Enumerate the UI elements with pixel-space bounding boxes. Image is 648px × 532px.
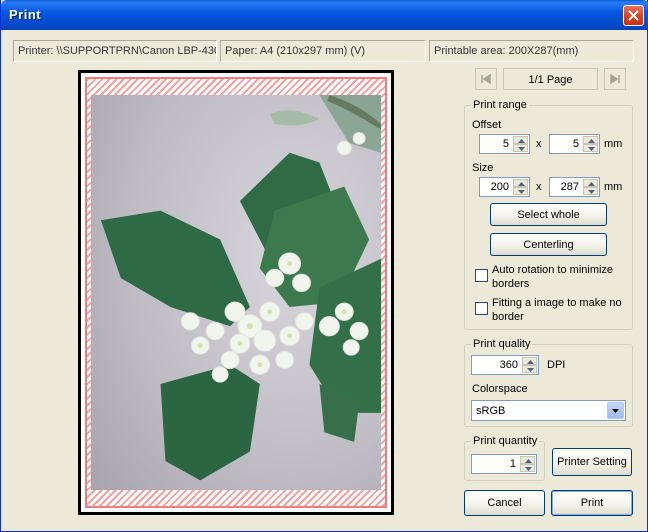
size-width-up[interactable] xyxy=(513,179,528,187)
page-margin-area xyxy=(85,77,387,508)
centering-button[interactable]: Centerling xyxy=(490,233,607,256)
print-dialog: Print Printer: \\SUPPORTPRN\Canon LBP-43… xyxy=(0,0,648,532)
offset-x-value: 5 xyxy=(502,138,509,150)
auto-rotation-label: Auto rotation to minimize borders xyxy=(492,264,614,290)
printable-area xyxy=(91,95,381,490)
size-width-stepper[interactable]: 200 xyxy=(479,177,530,197)
first-page-button[interactable] xyxy=(475,68,497,90)
page-indicator: 1/1 Page xyxy=(503,68,598,90)
offset-y-down[interactable] xyxy=(583,144,598,152)
spin-up-icon xyxy=(518,182,525,186)
spin-up-icon xyxy=(518,139,525,143)
printable-area-info: Printable area: 200X287(mm) xyxy=(429,40,634,62)
size-height-stepper[interactable]: 287 xyxy=(549,177,600,197)
spin-down-icon xyxy=(527,368,534,372)
dpi-stepper[interactable]: 360 xyxy=(471,355,539,375)
size-height-up[interactable] xyxy=(583,179,598,187)
dropdown-arrow-icon xyxy=(612,409,619,413)
fitting-label: Fitting a image to make no border xyxy=(492,297,622,323)
dpi-unit: DPI xyxy=(547,359,566,371)
quantity-value: 1 xyxy=(509,458,516,470)
print-quantity-legend: Print quantity xyxy=(471,435,540,447)
close-icon xyxy=(628,10,639,21)
window-title: Print xyxy=(9,7,42,22)
printer-info: Printer: \\SUPPORTPRN\Canon LBP-430 LIPS xyxy=(13,40,217,62)
print-preview xyxy=(78,70,394,515)
spin-down-icon xyxy=(518,190,525,194)
spin-down-icon xyxy=(518,147,525,151)
dpi-down[interactable] xyxy=(522,365,537,373)
spin-up-icon xyxy=(588,182,595,186)
spin-down-icon xyxy=(588,147,595,151)
offset-unit: mm xyxy=(604,138,623,150)
print-quality-legend: Print quality xyxy=(471,338,533,350)
select-whole-label: Select whole xyxy=(517,209,580,221)
last-page-button[interactable] xyxy=(604,68,626,90)
size-label: Size xyxy=(472,162,494,174)
printer-setting-label: Printer Setting xyxy=(557,456,627,468)
offset-y-stepper[interactable]: 5 xyxy=(549,134,600,154)
quantity-down[interactable] xyxy=(520,464,535,472)
cancel-button[interactable]: Cancel xyxy=(464,490,545,516)
quantity-up[interactable] xyxy=(520,456,535,464)
select-whole-button[interactable]: Select whole xyxy=(490,203,607,226)
print-button[interactable]: Print xyxy=(551,490,633,516)
fitting-checkbox[interactable] xyxy=(475,302,488,315)
offset-label: Offset xyxy=(472,119,502,131)
size-height-down[interactable] xyxy=(583,187,598,195)
colorspace-value: sRGB xyxy=(476,405,506,417)
printer-setting-button[interactable]: Printer Setting xyxy=(552,448,632,476)
last-page-icon xyxy=(610,73,620,85)
colorspace-label: Colorspace xyxy=(472,383,528,395)
offset-x-separator: x xyxy=(536,138,542,150)
colorspace-dropdown-button[interactable] xyxy=(607,402,624,419)
offset-y-value: 5 xyxy=(572,138,579,150)
centering-label: Centerling xyxy=(523,239,574,251)
offset-y-up[interactable] xyxy=(583,136,598,144)
cancel-label: Cancel xyxy=(487,497,522,509)
paper-info: Paper: A4 (210x297 mm) (V) xyxy=(220,40,426,62)
spin-up-icon xyxy=(525,459,532,463)
spin-down-icon xyxy=(588,190,595,194)
spin-up-icon xyxy=(588,139,595,143)
print-label: Print xyxy=(580,497,604,509)
auto-rotation-checkbox[interactable] xyxy=(475,269,488,282)
print-range-legend: Print range xyxy=(471,99,529,111)
size-height-value: 287 xyxy=(560,181,579,193)
preview-image xyxy=(91,95,381,490)
title-bar[interactable]: Print xyxy=(1,0,648,30)
first-page-icon xyxy=(481,73,491,85)
offset-x-up[interactable] xyxy=(513,136,528,144)
colorspace-select[interactable]: sRGB xyxy=(471,400,626,421)
size-unit: mm xyxy=(604,181,623,193)
dpi-value: 360 xyxy=(499,359,518,371)
dpi-up[interactable] xyxy=(522,357,537,365)
size-separator: x xyxy=(536,181,542,193)
offset-x-stepper[interactable]: 5 xyxy=(479,134,530,154)
spin-down-icon xyxy=(525,467,532,471)
close-button[interactable] xyxy=(623,5,644,26)
offset-x-down[interactable] xyxy=(513,144,528,152)
quantity-stepper[interactable]: 1 xyxy=(471,454,537,474)
size-width-value: 200 xyxy=(490,181,509,193)
spin-up-icon xyxy=(527,360,534,364)
size-width-down[interactable] xyxy=(513,187,528,195)
